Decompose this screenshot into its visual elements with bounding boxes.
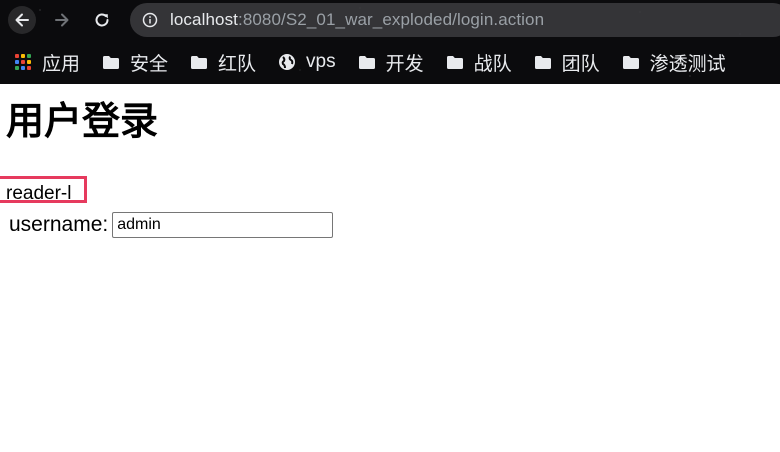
username-label: username: bbox=[9, 213, 109, 236]
bookmark-apps[interactable]: 应用 bbox=[14, 47, 80, 77]
username-input[interactable] bbox=[112, 212, 334, 238]
bookmark-dev[interactable]: 开发 bbox=[358, 47, 424, 77]
bookmark-red-team[interactable]: 红队 bbox=[190, 47, 256, 77]
bookmark-label: 团队 bbox=[561, 53, 600, 75]
back-button[interactable] bbox=[8, 6, 36, 34]
page-content: 用户登录 reader-l username: bbox=[0, 84, 780, 452]
url-path: :8080/S2_01_war_exploded/login.action bbox=[238, 10, 545, 29]
url-host: localhost bbox=[170, 10, 238, 29]
folder-icon bbox=[190, 53, 208, 71]
bookmark-label: 战队 bbox=[473, 53, 512, 75]
bookmark-pentest[interactable]: 渗透测试 bbox=[622, 47, 726, 77]
reader-text: reader-l bbox=[6, 183, 72, 204]
globe-icon bbox=[278, 53, 296, 71]
browser-chrome: localhost:8080/S2_01_war_exploded/login.… bbox=[0, 0, 780, 84]
bookmark-security[interactable]: 安全 bbox=[102, 47, 168, 77]
arrow-right-icon bbox=[55, 13, 69, 27]
address-bar[interactable]: localhost:8080/S2_01_war_exploded/login.… bbox=[130, 3, 780, 37]
reload-icon bbox=[95, 13, 109, 27]
bookmark-label: vps bbox=[306, 51, 336, 72]
bookmark-vps[interactable]: vps bbox=[278, 47, 336, 77]
folder-icon bbox=[622, 53, 640, 71]
folder-icon bbox=[534, 53, 552, 71]
folder-icon bbox=[446, 53, 464, 71]
url-text: localhost:8080/S2_01_war_exploded/login.… bbox=[170, 10, 544, 30]
arrow-left-icon bbox=[15, 13, 29, 27]
bookmarks-bar: 应用 安全 红队 vps 开发 战队 团队 渗透测试 bbox=[0, 40, 780, 84]
apps-grid-icon bbox=[14, 53, 32, 71]
bookmark-squad[interactable]: 战队 bbox=[446, 47, 512, 77]
bookmark-label: 红队 bbox=[218, 53, 257, 75]
info-icon[interactable] bbox=[142, 12, 158, 28]
bookmark-label: 开发 bbox=[385, 53, 424, 75]
browser-toolbar: localhost:8080/S2_01_war_exploded/login.… bbox=[0, 0, 780, 40]
forward-button[interactable] bbox=[48, 6, 76, 34]
bookmark-label: 安全 bbox=[130, 53, 169, 75]
username-row: username: bbox=[9, 212, 334, 238]
bookmark-label: 渗透测试 bbox=[649, 53, 726, 75]
bookmark-label: 应用 bbox=[42, 53, 81, 75]
folder-icon bbox=[102, 53, 120, 71]
page-title: 用户登录 bbox=[6, 99, 159, 143]
bookmark-team[interactable]: 团队 bbox=[534, 47, 600, 77]
folder-icon bbox=[358, 53, 376, 71]
reload-button[interactable] bbox=[88, 6, 116, 34]
